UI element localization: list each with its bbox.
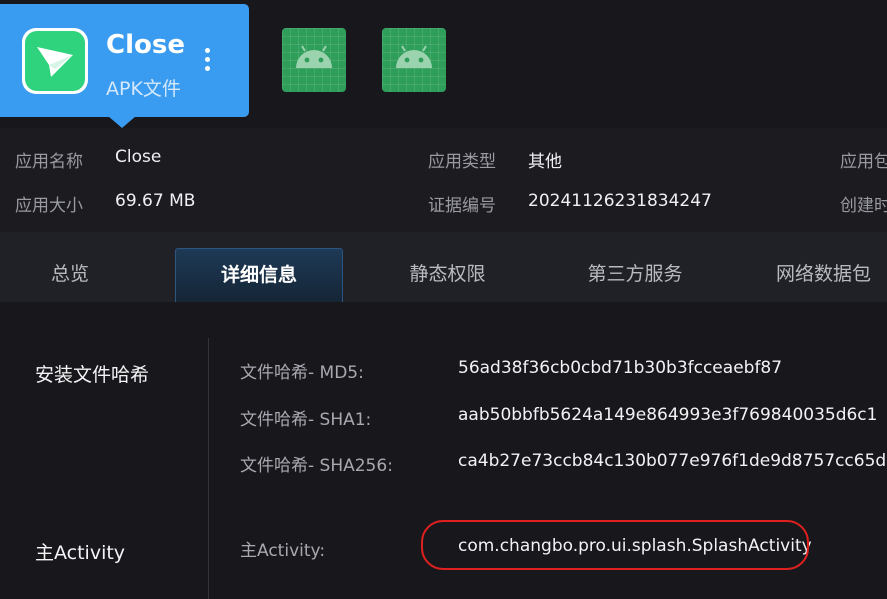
main-activity-label: 主Activity:	[240, 541, 326, 561]
app-info-panel: 应用名称 Close 应用大小 69.67 MB 应用类型 其他 证据编号 20…	[0, 128, 887, 232]
app-title: Close	[106, 30, 185, 60]
hash-section-title: 安装文件哈希	[35, 364, 150, 386]
app-subtitle: APK文件	[106, 78, 181, 100]
md5-value: 56ad38f36cb0cbd71b30b3fcceaebf87	[458, 358, 783, 378]
main-activity-section-title: 主Activity	[35, 542, 126, 564]
app-name-label: 应用名称	[15, 152, 83, 172]
dot-icon	[204, 48, 210, 53]
section-divider	[208, 518, 209, 599]
android-icon	[296, 45, 332, 68]
cert-number-value: 20241126231834247	[528, 191, 712, 211]
app-name-value: Close	[115, 147, 162, 167]
tab-network-packets[interactable]: 网络数据包	[760, 232, 887, 302]
md5-label: 文件哈希- MD5:	[240, 363, 364, 383]
detail-panel: 安装文件哈希 文件哈希- MD5: 56ad38f36cb0cbd71b30b3…	[0, 302, 887, 599]
created-time-label: 创建时	[840, 196, 887, 216]
tab-bar: 总览 详细信息 静态权限 第三方服务 网络数据包	[0, 232, 887, 302]
paper-plane-icon	[37, 47, 73, 77]
sha1-value: aab50bbfb5624a149e864993e3f769840035d6c1	[458, 405, 878, 425]
app-type-value: 其他	[528, 152, 562, 172]
sha256-value: ca4b27e73ccb84c130b077e976f1de9d8757cc65…	[458, 451, 887, 471]
app-size-value: 69.67 MB	[115, 191, 196, 211]
app-type-label: 应用类型	[428, 152, 496, 172]
dot-icon	[204, 66, 210, 71]
red-highlight-annotation	[421, 520, 809, 570]
cert-number-label: 证据编号	[428, 196, 496, 216]
tab-third-party-services[interactable]: 第三方服务	[565, 232, 705, 302]
tab-static-permissions[interactable]: 静态权限	[380, 232, 515, 302]
dot-icon	[204, 57, 210, 62]
tab-overview[interactable]: 总览	[20, 232, 120, 302]
more-options-button[interactable]	[200, 48, 214, 82]
top-bar: Close APK文件	[0, 0, 887, 128]
app-package-label: 应用包	[840, 152, 887, 172]
android-icon	[396, 45, 432, 68]
sha256-label: 文件哈希- SHA256:	[240, 456, 393, 476]
sha1-label: 文件哈希- SHA1:	[240, 410, 372, 430]
apk-thumbnail-2[interactable]	[382, 28, 446, 92]
section-divider	[208, 338, 209, 518]
app-size-label: 应用大小	[15, 196, 83, 216]
tab-details[interactable]: 详细信息	[175, 248, 343, 302]
app-icon	[22, 28, 88, 94]
app-card[interactable]: Close APK文件	[0, 4, 249, 128]
apk-thumbnail-1[interactable]	[282, 28, 346, 92]
